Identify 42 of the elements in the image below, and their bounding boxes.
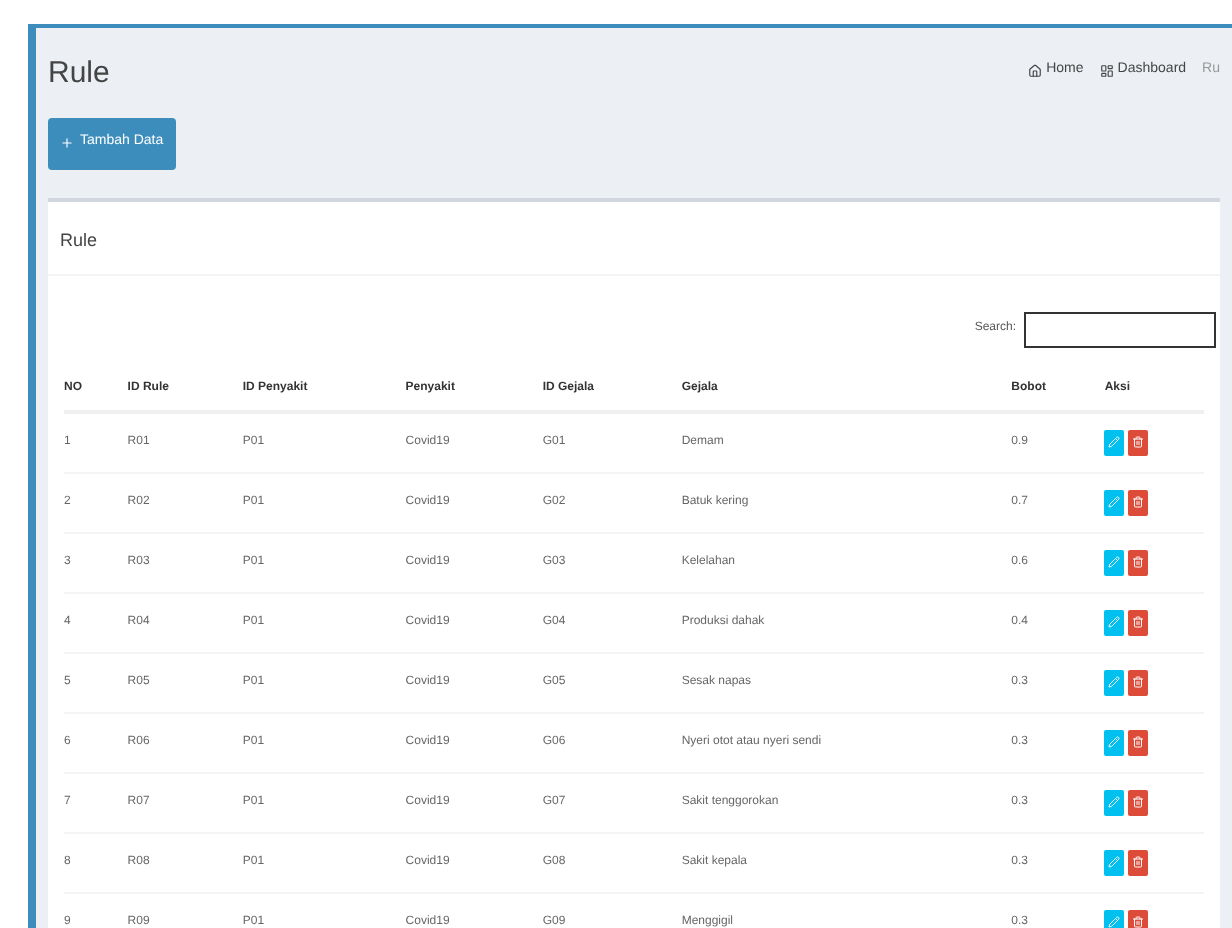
- pencil-icon: [1108, 436, 1121, 448]
- panel-title: Rule: [60, 229, 98, 249]
- delete-button[interactable]: [1128, 609, 1149, 635]
- trash-icon: [1132, 796, 1145, 808]
- edit-button[interactable]: [1104, 669, 1125, 695]
- edit-button[interactable]: [1104, 789, 1125, 815]
- edit-button[interactable]: [1104, 849, 1125, 875]
- delete-button[interactable]: [1128, 909, 1149, 928]
- pencil-icon: [1108, 616, 1121, 628]
- edit-button[interactable]: [1104, 489, 1125, 515]
- edit-button[interactable]: [1104, 729, 1125, 755]
- delete-button[interactable]: [1128, 669, 1149, 695]
- delete-button[interactable]: [1128, 429, 1149, 455]
- trash-icon: [1132, 556, 1145, 568]
- pencil-icon: [1108, 856, 1121, 868]
- delete-button[interactable]: [1128, 789, 1149, 815]
- delete-button[interactable]: [1128, 849, 1149, 875]
- plus-icon: [60, 136, 74, 150]
- trash-icon: [1132, 496, 1145, 508]
- edit-button[interactable]: [1104, 549, 1125, 575]
- trash-icon: [1132, 916, 1145, 928]
- edit-button[interactable]: [1104, 609, 1125, 635]
- trash-icon: [1132, 616, 1145, 628]
- pencil-icon: [1108, 796, 1121, 808]
- delete-button[interactable]: [1128, 729, 1149, 755]
- delete-button[interactable]: [1128, 489, 1149, 515]
- page-title: Rule: [48, 54, 110, 94]
- pencil-icon: [1108, 916, 1121, 928]
- trash-icon: [1132, 436, 1145, 448]
- pencil-icon: [1108, 496, 1121, 508]
- pencil-icon: [1108, 736, 1121, 748]
- delete-button[interactable]: [1128, 549, 1149, 575]
- dashboard-icon: [1099, 63, 1114, 78]
- trash-icon: [1132, 736, 1145, 748]
- trash-icon: [1132, 676, 1145, 688]
- edit-button[interactable]: [1104, 909, 1125, 928]
- home-icon: [1028, 63, 1043, 78]
- trash-icon: [1132, 856, 1145, 868]
- search-field[interactable]: [1024, 311, 1216, 347]
- edit-button[interactable]: [1104, 429, 1125, 455]
- pencil-icon: [1108, 556, 1121, 568]
- pencil-icon: [1108, 676, 1121, 688]
